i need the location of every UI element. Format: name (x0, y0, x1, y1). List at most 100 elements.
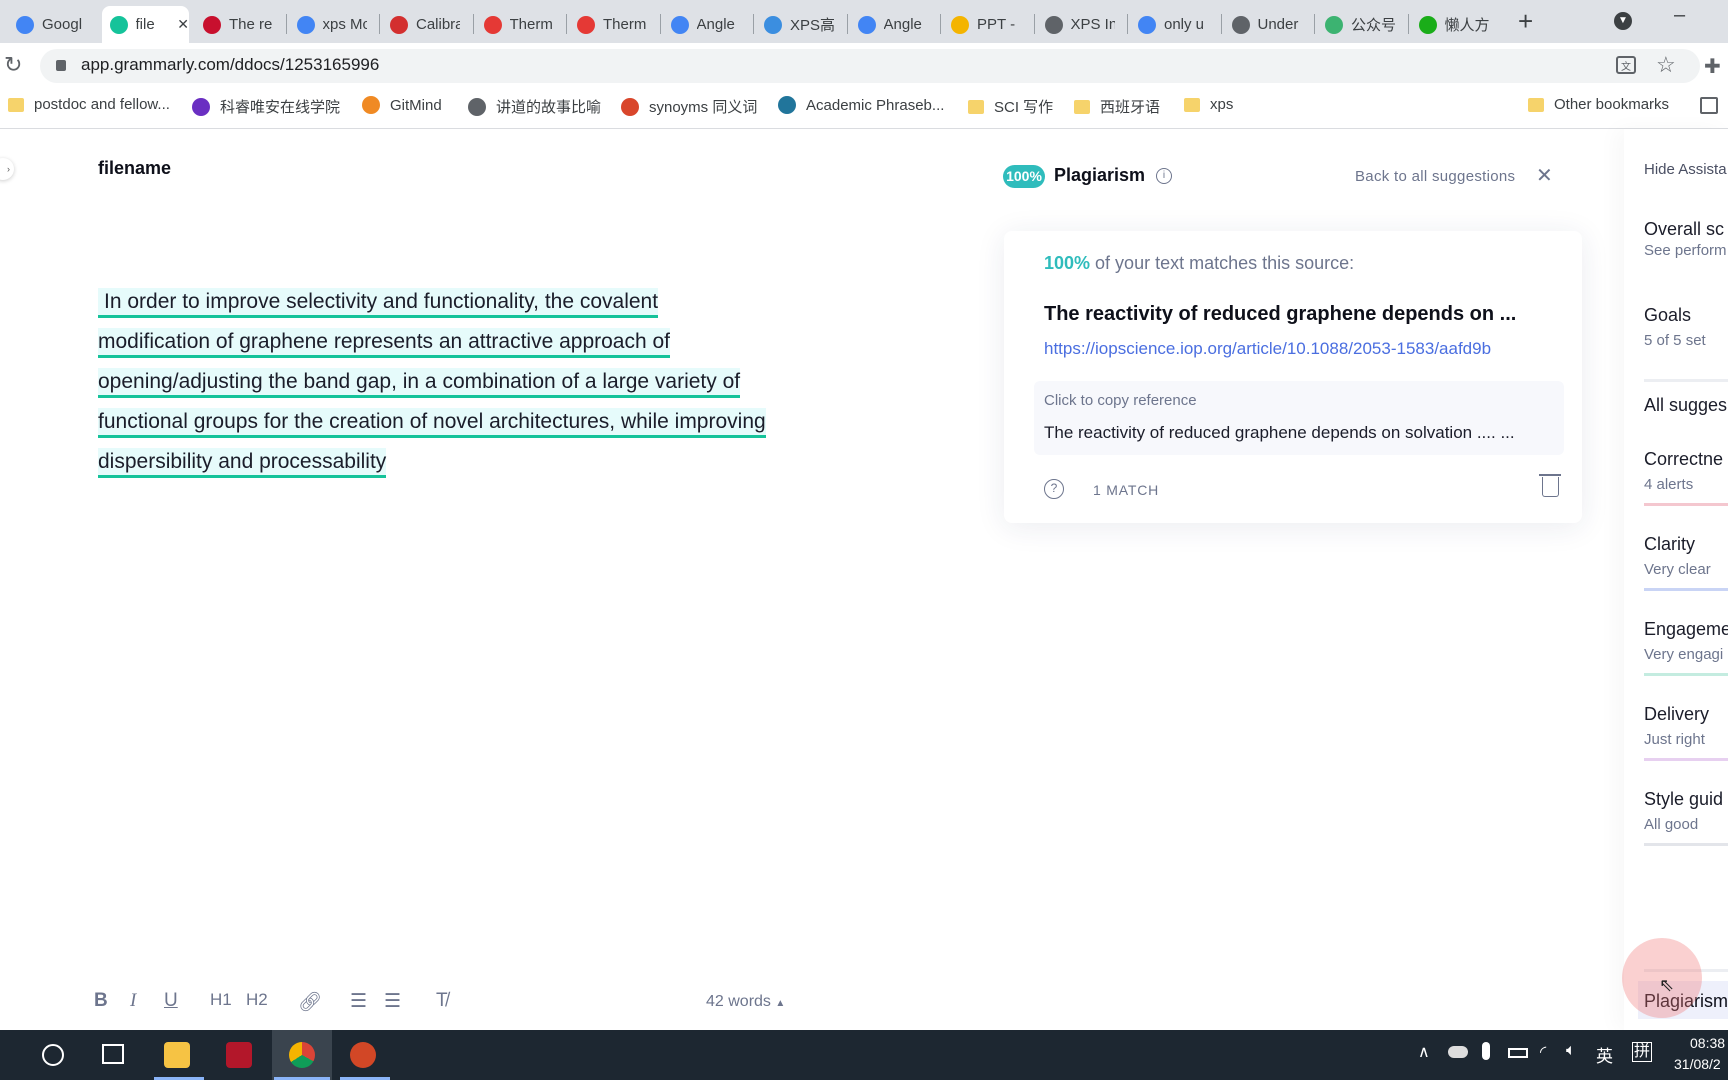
bookmark-item[interactable]: xps (1184, 96, 1233, 113)
battery-icon[interactable] (1508, 1048, 1528, 1058)
show-hidden-icons[interactable]: ∧ (1418, 1042, 1430, 1062)
new-tab-button[interactable]: + (1518, 6, 1533, 37)
mendeley-icon[interactable] (226, 1042, 252, 1068)
browser-tab[interactable]: Angle (663, 6, 751, 43)
browser-tab[interactable]: 懒人方 (1411, 6, 1499, 43)
trash-icon[interactable] (1539, 474, 1561, 497)
bookmark-item[interactable]: 西班牙语 (1074, 96, 1160, 117)
heading1-button[interactable]: H1 (210, 990, 232, 1010)
suggestion-category[interactable]: Correctne 4 alerts (1644, 449, 1723, 493)
suggestion-category[interactable]: Delivery Just right (1644, 704, 1709, 748)
bookmark-item[interactable]: 科睿唯安在线学院 (192, 96, 340, 117)
plagiarism-highlight[interactable]: modification of graphene represents an a… (98, 328, 671, 358)
browser-tab[interactable]: Calibra (382, 6, 470, 43)
close-tab-icon[interactable]: ✕ (177, 16, 189, 33)
other-bookmarks[interactable]: Other bookmarks (1528, 96, 1669, 113)
plagiarism-highlight[interactable]: In order to improve selectivity and func… (98, 288, 659, 318)
powerpoint-icon[interactable] (350, 1042, 376, 1068)
document-editor[interactable]: In order to improve selectivity and func… (98, 282, 858, 482)
browser-tab[interactable]: Therm (476, 6, 564, 43)
lock-icon[interactable] (56, 60, 66, 71)
clock[interactable]: 08:38 31/08/2 (1674, 1033, 1725, 1075)
reload-icon[interactable]: ↻ (4, 52, 22, 78)
bookmark-item[interactable]: GitMind (362, 96, 442, 114)
cortana-icon[interactable] (42, 1044, 64, 1066)
plagiarism-highlight[interactable]: opening/adjusting the band gap, in a com… (98, 368, 741, 398)
bookmark-item[interactable]: SCI 写作 (968, 96, 1053, 117)
browser-tab[interactable]: only u (1130, 6, 1218, 43)
extensions-icon[interactable]: ✚ (1704, 54, 1721, 79)
browser-tab[interactable]: XPS高 (756, 6, 844, 43)
browser-tab[interactable]: PPT - (943, 6, 1031, 43)
browser-tab[interactable]: Angle (850, 6, 938, 43)
suggestion-category[interactable]: Clarity Very clear (1644, 534, 1711, 578)
bookmark-label: 科睿唯安在线学院 (220, 99, 341, 116)
google-icon (296, 15, 315, 34)
expand-sidebar-button[interactable]: › (0, 158, 14, 180)
numbered-list-icon[interactable]: ☰ (350, 990, 367, 1013)
close-icon[interactable]: ✕ (1536, 163, 1553, 188)
match-percent: 100% (1044, 253, 1091, 273)
plagiarism-highlight[interactable]: functional groups for the creation of no… (98, 408, 766, 438)
tab-label: Under (1257, 16, 1299, 33)
ime-mode[interactable]: 拼 (1632, 1042, 1653, 1062)
minimize-button[interactable]: – (1674, 4, 1685, 27)
microphone-icon[interactable] (1482, 1042, 1490, 1060)
onedrive-icon[interactable] (1448, 1046, 1468, 1058)
bookmark-item[interactable]: 讲道的故事比喻 (468, 96, 601, 117)
heading2-button[interactable]: H2 (246, 990, 268, 1010)
info-icon[interactable]: i (1156, 168, 1172, 184)
overall-score[interactable]: Overall sc See perform (1644, 219, 1727, 259)
tab-label: XPS高 (790, 17, 834, 34)
word-count[interactable]: 42 words ▲ (706, 993, 785, 1011)
tab-label: XPS In (1070, 16, 1115, 33)
all-suggestions[interactable]: All sugges (1644, 395, 1727, 416)
link-icon[interactable]: 🔗︎ (298, 990, 322, 1014)
back-to-all-suggestions[interactable]: Back to all suggestions (1355, 168, 1515, 185)
chrome-taskbar-active[interactable] (272, 1030, 332, 1080)
plagiarism-highlight[interactable]: dispersibility and processability (98, 448, 387, 478)
bulleted-list-icon[interactable]: ☰ (384, 990, 401, 1013)
browser-tab[interactable]: file ✕ (101, 6, 189, 43)
task-view-icon[interactable] (102, 1044, 124, 1064)
suggestion-category[interactable]: Style guid All good (1644, 789, 1723, 833)
browser-tab[interactable]: Under (1224, 6, 1312, 43)
file-explorer-icon[interactable] (164, 1042, 190, 1068)
document-line[interactable]: opening/adjusting the band gap, in a com… (98, 362, 858, 402)
wifi-icon[interactable]: ◜ (1540, 1042, 1546, 1062)
translate-icon[interactable]: 文 (1616, 56, 1636, 74)
volume-icon[interactable]: 🔈︎ (1566, 1042, 1576, 1060)
url-text[interactable]: app.grammarly.com/ddocs/1253165996 (81, 55, 379, 75)
document-line[interactable]: modification of graphene represents an a… (98, 322, 858, 362)
ime-language[interactable]: 英 (1596, 1042, 1613, 1067)
browser-tab[interactable]: xps Mc (289, 6, 377, 43)
document-line[interactable]: In order to improve selectivity and func… (98, 282, 858, 322)
browser-tab[interactable]: Therm (569, 6, 657, 43)
bookmark-item[interactable]: synoyms 同义词 (621, 96, 757, 117)
source-url-link[interactable]: https://iopscience.iop.org/article/10.10… (1044, 339, 1491, 359)
italic-button[interactable]: I (130, 990, 136, 1012)
thesaurus-icon (621, 97, 639, 116)
copy-reference-box[interactable]: Click to copy reference The reactivity o… (1034, 381, 1564, 455)
plagiarism-source-card[interactable]: 100% of your text matches this source: T… (1004, 231, 1582, 523)
reading-list-icon[interactable] (1700, 97, 1718, 114)
bookmark-item[interactable]: postdoc and fellow... (8, 96, 170, 113)
help-icon[interactable]: ? (1044, 479, 1064, 499)
hide-assistant-button[interactable]: Hide Assista (1644, 161, 1727, 178)
bold-button[interactable]: B (94, 990, 108, 1012)
browser-tab[interactable]: XPS In (1037, 6, 1125, 43)
document-filename[interactable]: filename (98, 158, 171, 179)
goals[interactable]: Goals 5 of 5 set (1644, 305, 1706, 349)
bookmark-star-icon[interactable]: ☆ (1656, 52, 1676, 78)
browser-tab[interactable]: The re (195, 6, 283, 43)
suggestion-category[interactable]: Engageme Very engagi (1644, 619, 1728, 663)
browser-tab[interactable]: 公众号 (1317, 6, 1405, 43)
document-line[interactable]: dispersibility and processability (98, 442, 858, 482)
bookmark-item[interactable]: Academic Phraseb... (778, 96, 944, 114)
underline-button[interactable]: U (164, 990, 178, 1012)
document-line[interactable]: functional groups for the creation of no… (98, 402, 858, 442)
category-bar (1644, 503, 1728, 506)
tab-search-icon[interactable]: ▼ (1614, 12, 1632, 30)
clear-formatting-icon[interactable]: T̸ (436, 990, 448, 1012)
browser-tab[interactable]: Googl (8, 6, 96, 43)
